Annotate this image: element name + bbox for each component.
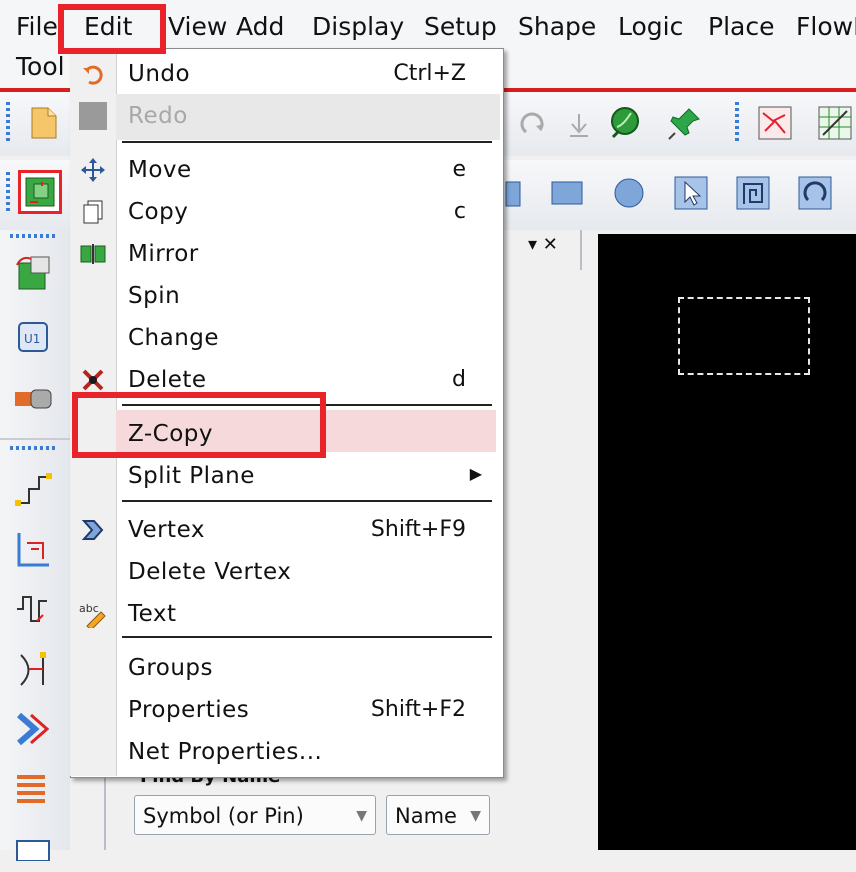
menu-item-label: Spin [128,283,181,309]
menu-item-label: Vertex [128,517,205,543]
menu-item-move[interactable]: Move e [70,150,502,190]
menu-item-redo: Redo [70,96,502,136]
chip-u1-icon[interactable]: U1 [10,314,56,360]
toolbar-grip[interactable] [735,102,739,142]
menu-item-label: Change [128,325,220,351]
menu-item-undo[interactable]: Undo Ctrl+Z [70,54,502,94]
polygon-icon[interactable] [732,172,774,214]
menu-item-label: Properties [128,697,250,723]
move-icon [78,155,108,185]
menu-item-net-properties[interactable]: Net Properties... [70,732,502,772]
menu-item-split-plane[interactable]: Split Plane ▶ [70,456,502,496]
board-outline-shape[interactable] [678,297,810,375]
menu-display[interactable]: Display [312,12,404,42]
green-leaf-icon[interactable] [604,102,646,144]
menu-item-label: Text [128,601,177,627]
menu-item-shortcut: Shift+F2 [370,697,466,722]
mirror-icon [78,239,108,269]
length-tune-icon[interactable] [10,586,56,632]
redo-toolbar-icon[interactable] [512,104,554,146]
find-field-select[interactable]: Name ▼ [386,795,490,835]
component-library-icon[interactable] [10,250,56,296]
menu-item-mirror[interactable]: Mirror [70,234,502,274]
menu-item-label: Undo [128,61,191,87]
menu-separator [122,500,492,502]
menu-view[interactable]: View [168,12,227,42]
svg-text:abc: abc [79,602,99,615]
toolbar-grip[interactable] [10,446,58,450]
menu-add[interactable]: Add [236,12,284,42]
z-copy-annotation-box [72,392,326,458]
new-file-icon[interactable] [22,102,64,144]
menu-item-groups[interactable]: Groups [70,648,502,688]
menu-item-label: Split Plane [128,463,255,489]
menu-file[interactable]: File [16,12,58,42]
menu-separator [122,636,492,638]
menu-item-spin[interactable]: Spin [70,276,502,316]
menu-place[interactable]: Place [708,12,774,42]
arc-icon[interactable] [794,172,836,214]
menu-separator [122,141,492,143]
connector-icon[interactable] [10,376,56,422]
divider [0,438,70,440]
menu-item-label: Groups [128,655,214,681]
menu-item-text[interactable]: abc Text [70,594,502,634]
menu-item-shortcut: d [452,367,466,392]
menu-item-shortcut: Ctrl+Z [393,61,466,86]
board-icon[interactable] [18,170,62,214]
menu-setup[interactable]: Setup [424,12,497,42]
pin-icon[interactable] [664,102,706,144]
delete-icon [78,365,108,395]
menu-item-vertex[interactable]: Vertex Shift+F9 [70,510,502,550]
text-icon: abc [78,599,108,629]
down-arrow-icon[interactable] [558,104,600,146]
menu-item-label: Net Properties... [128,739,323,765]
add-trace-icon[interactable] [10,526,56,572]
menu-item-delete-vertex[interactable]: Delete Vertex [70,552,502,592]
menu-shape[interactable]: Shape [518,12,596,42]
redo-icon [78,101,108,131]
menu-item-label: Mirror [128,241,199,267]
copy-icon [78,197,108,227]
rectangle-icon[interactable] [546,172,588,214]
chevron-route-icon[interactable] [10,706,56,752]
chevron-down-icon: ▼ [470,808,481,824]
menu-item-copy[interactable]: Copy c [70,192,502,232]
menu-item-label: Move [128,157,192,183]
circle-icon[interactable] [608,172,650,214]
chevron-down-icon: ▼ [356,808,367,824]
find-type-select[interactable]: Symbol (or Pin) ▼ [134,795,376,835]
toolbar-grip[interactable] [6,102,10,142]
left-toolbar: U1 [0,230,70,861]
menu-item-label: Delete [128,367,207,393]
route-check-icon[interactable] [754,102,796,144]
svg-text:U1: U1 [24,332,40,346]
diff-pair-icon[interactable] [10,646,56,692]
find-type-value: Symbol (or Pin) [143,804,304,828]
menu-flowr[interactable]: FlowR [796,12,856,42]
grid-icon[interactable] [10,826,56,872]
menu-tools[interactable]: Tool [16,52,65,82]
menu-item-shortcut: e [452,157,466,182]
rect-shape-icon[interactable] [498,172,540,214]
route-trace-icon[interactable] [10,466,56,512]
toolbar-grip[interactable] [10,234,58,238]
menu-item-shortcut: c [453,199,466,224]
toolbar-grip[interactable] [6,172,10,212]
undo-icon [78,59,108,89]
menu-item-label: Delete Vertex [128,559,292,585]
menu-item-change[interactable]: Change [70,318,502,358]
select-pointer-icon[interactable] [670,172,712,214]
find-field-value: Name [395,804,457,828]
vertex-icon [78,515,108,545]
submenu-arrow-icon: ▶ [469,464,482,483]
menu-item-label: Copy [128,199,189,225]
bus-route-icon[interactable] [10,766,56,812]
grid-route-icon[interactable] [814,102,856,144]
edit-menu-annotation-box [58,4,166,54]
menu-logic[interactable]: Logic [618,12,683,42]
menu-item-label: Redo [128,103,188,129]
menu-item-shortcut: Shift+F9 [370,517,466,542]
menu-item-properties[interactable]: Properties Shift+F2 [70,690,502,730]
